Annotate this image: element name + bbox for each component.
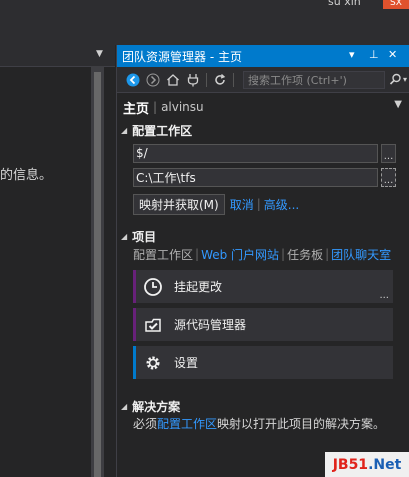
- team-room-link[interactable]: 团队聊天室: [331, 246, 391, 263]
- tile-label: 源代码管理器: [174, 318, 247, 332]
- page-header: 主页 | alvinsu ▼: [117, 93, 409, 121]
- link-divider: |: [325, 247, 330, 261]
- user-avatar-badge[interactable]: SX: [383, 0, 409, 9]
- back-arrow-icon[interactable]: [123, 70, 143, 90]
- server-path-row: $/ ...: [133, 143, 409, 163]
- pending-changes-tile[interactable]: 挂起更改 ...: [133, 270, 393, 303]
- panel-toolbar: 搜索工作项 (Ctrl+') ▾: [117, 67, 409, 93]
- configure-workspace-link[interactable]: 配置工作区: [133, 246, 193, 263]
- panel-title-bar[interactable]: 团队资源管理器 - 主页 ▾ ⊥ ✕: [117, 45, 409, 67]
- collapse-triangle-icon[interactable]: ◢: [121, 232, 127, 241]
- ide-top-bar: su xin SX: [0, 0, 409, 45]
- project-links-row: 配置工作区 | Web 门户网站 | 任务板 | 团队聊天室: [133, 245, 409, 263]
- left-document-area: ▼ 的信息。: [0, 45, 115, 477]
- vertical-scrollbar[interactable]: [91, 66, 104, 477]
- local-path-field[interactable]: C:\工作\tfs: [133, 167, 378, 187]
- tile-label: 设置: [174, 356, 199, 370]
- solutions-message: 必须配置工作区映射以打开此项目的解决方案。: [133, 415, 409, 432]
- settings-tile[interactable]: 设置: [133, 346, 393, 379]
- task-board-link[interactable]: 任务板: [287, 246, 323, 263]
- watermark-part1: JB51: [332, 456, 369, 473]
- toolbar-separator: [206, 72, 207, 87]
- solutions-text-after: 映射以打开此项目的解决方案。: [217, 417, 386, 431]
- clock-icon: [142, 276, 164, 298]
- scrollbar-thumb[interactable]: [94, 72, 101, 477]
- team-explorer-panel: 团队资源管理器 - 主页 ▾ ⊥ ✕ 搜索工作项 (Ctrl+') ▾ 主页 |: [116, 45, 409, 477]
- refresh-icon[interactable]: [210, 70, 230, 90]
- more-options-icon[interactable]: ...: [379, 290, 389, 301]
- tile-label: 挂起更改: [174, 280, 223, 294]
- browse-server-button[interactable]: ...: [381, 143, 396, 163]
- panel-title: 团队资源管理器 - 主页: [122, 49, 242, 64]
- site-watermark-logo: JB51 .Net: [325, 452, 409, 477]
- section-header-projects[interactable]: ◢ 项目: [117, 227, 409, 245]
- pin-icon[interactable]: ⊥: [369, 48, 379, 61]
- search-work-items-input[interactable]: 搜索工作项 (Ctrl+'): [243, 70, 385, 89]
- section-header-configure-workspace[interactable]: ◢ 配置工作区: [117, 121, 409, 139]
- home-icon[interactable]: [163, 70, 183, 90]
- toolbar-separator: [233, 72, 234, 87]
- user-label: alvinsu: [161, 100, 204, 114]
- solutions-text-before: 必须: [133, 417, 158, 431]
- local-path-row: C:\工作\tfs ...: [133, 167, 409, 187]
- link-divider: |: [281, 247, 286, 261]
- map-and-get-button[interactable]: 映射并获取(M): [133, 193, 225, 215]
- gear-icon: [142, 352, 164, 374]
- left-tab-row: ▼: [0, 45, 115, 67]
- web-portal-link[interactable]: Web 门户网站: [201, 246, 279, 263]
- source-control-explorer-tile[interactable]: 源代码管理器: [133, 308, 393, 341]
- watermark-part2: .Net: [368, 456, 402, 473]
- chevron-down-icon[interactable]: ▼: [96, 49, 103, 59]
- page-title: 主页: [123, 101, 150, 117]
- server-path-field[interactable]: $/: [133, 143, 378, 163]
- window-menu-icon[interactable]: ▾: [349, 48, 355, 61]
- browse-local-button[interactable]: ...: [381, 167, 396, 187]
- section-title: 配置工作区: [132, 123, 193, 138]
- section-title: 解决方案: [132, 399, 181, 414]
- search-dropdown-icon[interactable]: ▾: [403, 75, 407, 84]
- left-document-text: 的信息。: [0, 168, 53, 183]
- collapse-triangle-icon[interactable]: ◢: [121, 402, 127, 411]
- collapse-triangle-icon[interactable]: ◢: [121, 126, 127, 135]
- search-icon[interactable]: ▾: [387, 71, 409, 89]
- configure-workspace-link[interactable]: 配置工作区: [157, 417, 217, 431]
- advanced-link[interactable]: 高级...: [264, 196, 299, 213]
- section-title: 项目: [132, 229, 157, 244]
- header-divider: |: [153, 100, 158, 114]
- connect-plug-icon[interactable]: [183, 70, 203, 90]
- cancel-link[interactable]: 取消: [230, 196, 254, 213]
- signed-in-user-name[interactable]: su xin: [328, 0, 361, 8]
- link-divider: |: [195, 247, 200, 261]
- source-control-icon: [142, 314, 164, 336]
- section-header-solutions[interactable]: ◢ 解决方案: [117, 397, 409, 415]
- workspace-actions: 映射并获取(M) 取消 | 高级...: [133, 193, 409, 215]
- close-icon[interactable]: ✕: [388, 48, 397, 61]
- link-divider: |: [256, 197, 261, 211]
- page-dropdown-icon[interactable]: ▼: [394, 99, 402, 110]
- forward-arrow-icon[interactable]: [143, 70, 163, 90]
